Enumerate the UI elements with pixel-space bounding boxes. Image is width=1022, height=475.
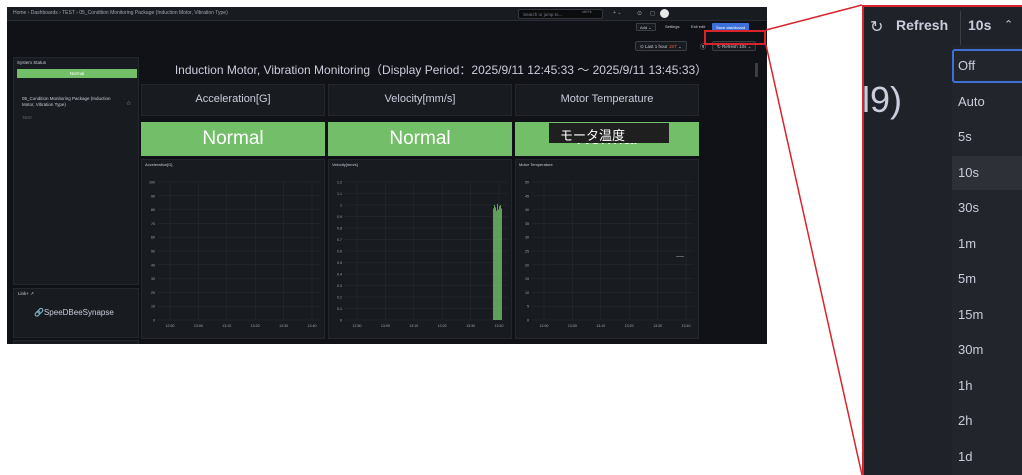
background-title-fragment: l9) bbox=[862, 79, 903, 120]
callout-line-bottom bbox=[765, 44, 863, 475]
interval-select[interactable]: 10s bbox=[968, 17, 991, 33]
interval-option-30m[interactable]: 30m bbox=[952, 333, 1022, 367]
interval-dropdown: Off Auto 5s 10s 30s 1m 5m 15m 30m 1h 2h 1d bbox=[952, 45, 1022, 475]
interval-option-1d[interactable]: 1d bbox=[952, 440, 1022, 474]
interval-option-5m[interactable]: 5m bbox=[952, 262, 1022, 296]
refresh-icon[interactable]: ↻ bbox=[870, 17, 883, 37]
interval-option-15m[interactable]: 15m bbox=[952, 298, 1022, 332]
callout-line-top bbox=[765, 4, 863, 31]
interval-option-30s[interactable]: 30s bbox=[952, 191, 1022, 225]
interval-option-auto[interactable]: Auto bbox=[952, 85, 1022, 119]
chevron-up-icon[interactable]: ⌃ bbox=[1004, 18, 1013, 31]
interval-option-2h[interactable]: 2h bbox=[952, 404, 1022, 438]
interval-option-off[interactable]: Off bbox=[952, 49, 1022, 83]
refresh-button[interactable]: Refresh bbox=[896, 17, 948, 33]
divider bbox=[960, 11, 961, 45]
interval-option-1h[interactable]: 1h bbox=[952, 369, 1022, 403]
zoomed-refresh-picker: l9) ↻ Refresh 10s ⌃ Off Auto 5s 10s 30s 1m 5m 1… bbox=[862, 5, 1022, 475]
interval-option-10s[interactable]: 10s bbox=[952, 155, 1022, 190]
interval-option-1m[interactable]: 1m bbox=[952, 227, 1022, 261]
interval-option-5s[interactable]: 5s bbox=[952, 120, 1022, 154]
